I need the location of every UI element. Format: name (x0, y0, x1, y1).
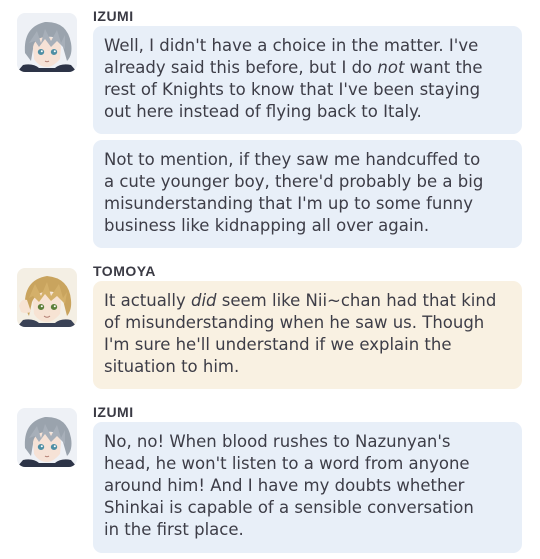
message-line: out here instead of flying back to Italy… (104, 102, 422, 121)
message-line: I'm sure he'll understand if we explain … (104, 335, 452, 354)
message-line: in the first place. (104, 520, 244, 539)
message-line: No, no! When blood rushes to Nazunyan's (104, 432, 451, 451)
message-line: Shinkai is capable of a sensible convers… (104, 498, 474, 517)
message-line: rest of Knights to know that I've been s… (104, 80, 481, 99)
emphasis-text: not (377, 58, 405, 77)
message-line: It actually did seem like Nii~chan had t… (104, 291, 497, 310)
message-line: business like kidnapping all over again. (104, 216, 430, 235)
message-bubble: Well, I didn't have a choice in the matt… (93, 26, 522, 134)
emphasis-text: did (190, 291, 217, 310)
message-line: misunderstanding that I'm up to some fun… (104, 194, 474, 213)
izumi-avatar[interactable] (17, 13, 77, 72)
message-bubble: It actually did seem like Nii~chan had t… (93, 281, 522, 389)
message-line: of misunderstanding when he saw us. Thou… (104, 313, 485, 332)
message-line: a cute younger boy, there'd probably be … (104, 172, 484, 191)
message-bubble: No, no! When blood rushes to Nazunyan's … (93, 422, 522, 553)
message-line: Not to mention, if they saw me handcuffe… (104, 150, 481, 169)
message-line: situation to him. (104, 357, 240, 376)
message-line: already said this before, but I do not w… (104, 58, 483, 77)
message-line: Well, I didn't have a choice in the matt… (104, 36, 479, 55)
message-bubble: Not to mention, if they saw me handcuffe… (93, 140, 522, 248)
message-line: head, he won't listen to a word from any… (104, 454, 470, 473)
speaker-name: TOMOYA (93, 263, 156, 279)
tomoya-avatar[interactable] (17, 268, 77, 327)
message-line: around him! And I have my doubts whether (104, 476, 465, 495)
speaker-name: IZUMI (93, 404, 134, 420)
speaker-name: IZUMI (93, 8, 134, 24)
izumi-avatar[interactable] (17, 408, 77, 467)
